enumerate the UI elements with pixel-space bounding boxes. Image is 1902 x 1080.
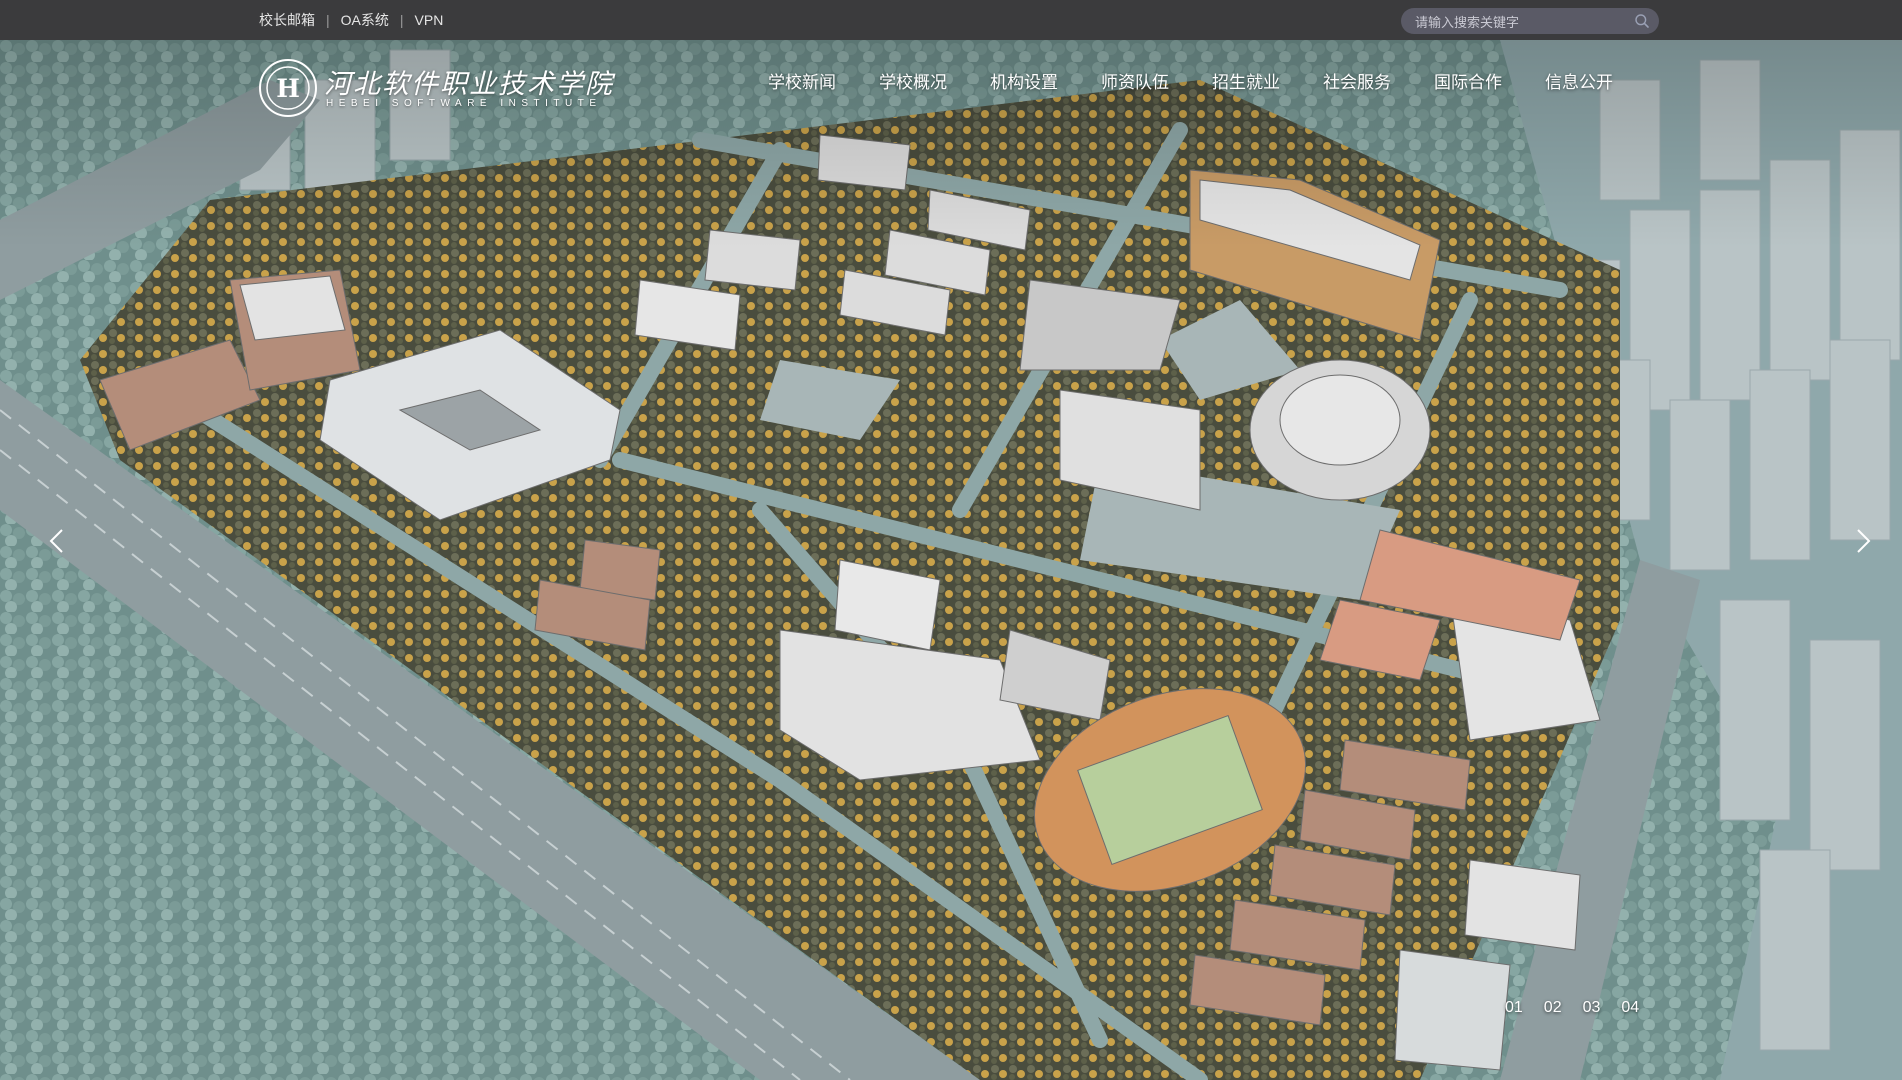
slide-page-4[interactable]: 04 [1621,999,1639,1017]
campus-aerial-image [0,40,1902,1080]
slide-page-2[interactable]: 02 [1544,999,1562,1017]
nav-item-international[interactable]: 国际合作 [1434,68,1502,94]
main-nav: 学校新闻 学校概况 机构设置 师资队伍 招生就业 社会服务 国际合作 信息公开 [768,68,1613,94]
principal-mailbox-link[interactable]: 校长邮箱 [259,10,315,30]
nav-item-admission-employment[interactable]: 招生就业 [1212,68,1280,94]
slide-page-1[interactable]: 01 [1505,999,1523,1017]
slider-pagination: 01 02 03 04 [1505,999,1660,1017]
oa-system-link[interactable]: OA系统 [341,10,389,30]
search-input[interactable] [1413,11,1627,33]
search-box [1401,8,1659,34]
link-separator: | [399,12,404,28]
hero-banner [0,40,1902,1080]
college-logo[interactable]: H 河北软件职业技术学院 HEBEI SOFTWARE INSTITUTE [258,54,612,126]
quick-links: 校长邮箱 | OA系统 | VPN [259,0,443,40]
chevron-right-icon[interactable] [1852,526,1876,556]
nav-item-school-news[interactable]: 学校新闻 [768,68,836,94]
nav-item-school-overview[interactable]: 学校概况 [879,68,947,94]
top-utility-bar: 校长邮箱 | OA系统 | VPN [0,0,1902,40]
nav-item-social-service[interactable]: 社会服务 [1323,68,1391,94]
link-separator: | [326,12,330,28]
college-name-en: HEBEI SOFTWARE INSTITUTE [326,98,602,109]
chevron-left-icon[interactable] [44,526,68,556]
nav-item-information-disclosure[interactable]: 信息公开 [1545,68,1613,94]
emblem-letter: H [276,74,300,103]
search-icon[interactable] [1634,13,1650,29]
college-emblem-icon: H [259,59,317,117]
slide-page-3[interactable]: 03 [1583,999,1601,1017]
college-name-cn: 河北软件职业技术学院 [324,69,614,100]
nav-item-faculty[interactable]: 师资队伍 [1101,68,1169,94]
vpn-link[interactable]: VPN [415,12,444,28]
nav-item-organization[interactable]: 机构设置 [990,68,1058,94]
